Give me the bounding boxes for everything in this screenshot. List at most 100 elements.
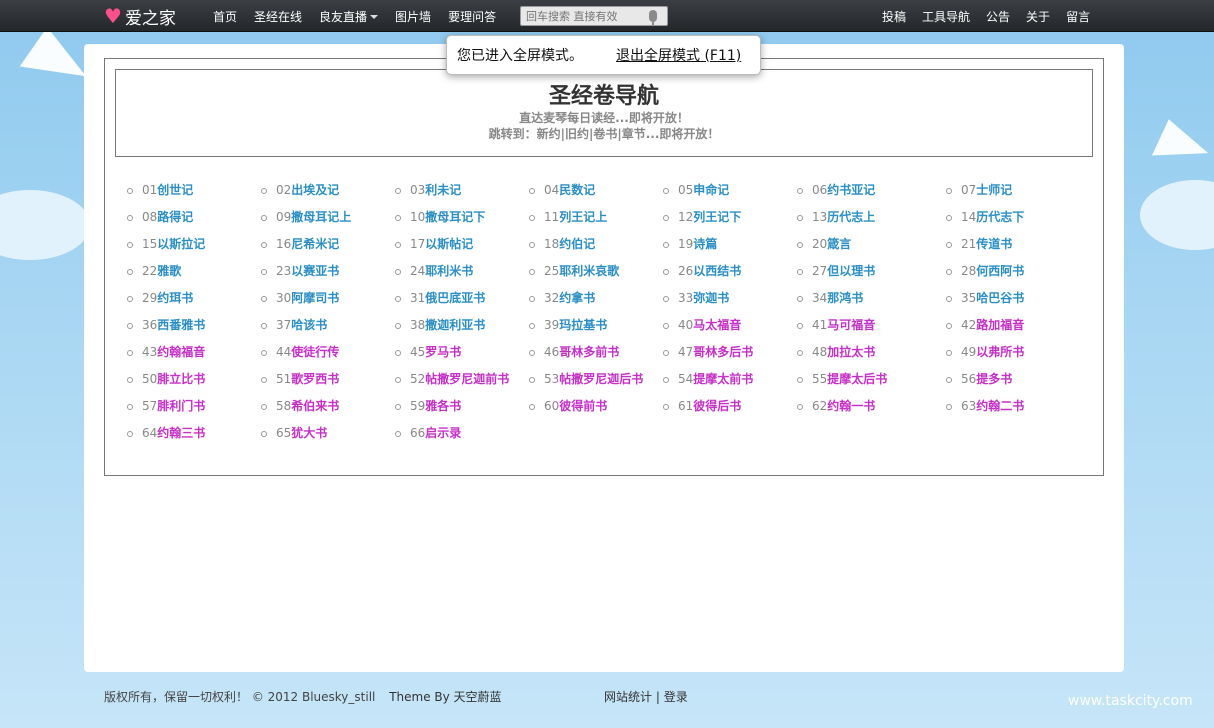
book-item[interactable]: 55提摩太后书	[797, 366, 946, 393]
site-logo[interactable]: ♥ 爱之家	[104, 3, 190, 29]
book-link[interactable]: 以赛亚书	[291, 264, 339, 278]
book-item[interactable]: 22雅歌	[127, 258, 261, 285]
book-item[interactable]: 32约拿书	[529, 285, 663, 312]
book-item[interactable]: 38撒迦利亚书	[395, 312, 529, 339]
book-item[interactable]: 52帖撒罗尼迦前书	[395, 366, 529, 393]
book-item[interactable]: 02出埃及记	[261, 177, 395, 204]
book-item[interactable]: 41马可福音	[797, 312, 946, 339]
book-link[interactable]: 约拿书	[559, 291, 595, 305]
book-link[interactable]: 撒母耳记上	[291, 210, 351, 224]
nav-bible-online[interactable]: 圣经在线	[254, 8, 302, 25]
book-item[interactable]: 29约珥书	[127, 285, 261, 312]
book-link[interactable]: 玛拉基书	[559, 318, 607, 332]
book-link[interactable]: 马可福音	[827, 318, 875, 332]
book-link[interactable]: 那鸿书	[827, 291, 863, 305]
book-link[interactable]: 彼得前书	[559, 399, 607, 413]
book-link[interactable]: 历代志下	[976, 210, 1024, 224]
book-item[interactable]: 57腓利门书	[127, 393, 261, 420]
book-link[interactable]: 罗马书	[425, 345, 461, 359]
book-item[interactable]: 48加拉太书	[797, 339, 946, 366]
book-item[interactable]: 14历代志下	[946, 204, 1036, 231]
book-link[interactable]: 启示录	[425, 426, 461, 440]
book-item[interactable]: 01创世记	[127, 177, 261, 204]
book-link[interactable]: 腓利门书	[157, 399, 205, 413]
book-link[interactable]: 约珥书	[157, 291, 193, 305]
book-link[interactable]: 加拉太书	[827, 345, 875, 359]
book-item[interactable]: 17以斯帖记	[395, 231, 529, 258]
book-link[interactable]: 西番雅书	[157, 318, 205, 332]
book-link[interactable]: 但以理书	[827, 264, 875, 278]
book-link[interactable]: 诗篇	[693, 237, 717, 251]
book-link[interactable]: 弥迦书	[693, 291, 729, 305]
book-item[interactable]: 66启示录	[395, 420, 529, 447]
book-item[interactable]: 06约书亚记	[797, 177, 946, 204]
book-link[interactable]: 耶利米哀歌	[559, 264, 619, 278]
book-link[interactable]: 以弗所书	[976, 345, 1024, 359]
book-item[interactable]: 61彼得后书	[663, 393, 797, 420]
exit-fullscreen-link[interactable]: 退出全屏模式 (F11)	[616, 45, 741, 65]
book-link[interactable]: 撒迦利亚书	[425, 318, 485, 332]
book-item[interactable]: 15以斯拉记	[127, 231, 261, 258]
book-link[interactable]: 路加福音	[976, 318, 1024, 332]
nav-home[interactable]: 首页	[213, 8, 237, 25]
book-item[interactable]: 31俄巴底亚书	[395, 285, 529, 312]
book-link[interactable]: 哈巴谷书	[976, 291, 1024, 305]
book-link[interactable]: 耶利米书	[425, 264, 473, 278]
book-link[interactable]: 以斯拉记	[157, 237, 205, 251]
book-link[interactable]: 雅歌	[157, 264, 181, 278]
book-link[interactable]: 雅各书	[425, 399, 461, 413]
book-link[interactable]: 以西结书	[693, 264, 741, 278]
book-item[interactable]: 65犹大书	[261, 420, 395, 447]
book-link[interactable]: 哈该书	[291, 318, 327, 332]
nav-tools[interactable]: 工具导航	[922, 8, 970, 25]
book-item[interactable]: 64约翰三书	[127, 420, 261, 447]
book-item[interactable]: 36西番雅书	[127, 312, 261, 339]
book-item[interactable]: 54提摩太前书	[663, 366, 797, 393]
book-item[interactable]: 23以赛亚书	[261, 258, 395, 285]
login-link[interactable]: 登录	[664, 690, 688, 704]
book-link[interactable]: 歌罗西书	[291, 372, 339, 386]
book-item[interactable]: 63约翰二书	[946, 393, 1036, 420]
book-item[interactable]: 07士师记	[946, 177, 1036, 204]
book-item[interactable]: 44使徒行传	[261, 339, 395, 366]
book-link[interactable]: 腓立比书	[157, 372, 205, 386]
book-item[interactable]: 40马太福音	[663, 312, 797, 339]
book-link[interactable]: 历代志上	[827, 210, 875, 224]
book-item[interactable]: 39玛拉基书	[529, 312, 663, 339]
book-link[interactable]: 犹大书	[291, 426, 327, 440]
book-item[interactable]: 03利未记	[395, 177, 529, 204]
book-link[interactable]: 利未记	[425, 183, 461, 197]
book-item[interactable]: 59雅各书	[395, 393, 529, 420]
book-item[interactable]: 47哥林多后书	[663, 339, 797, 366]
book-item[interactable]: 08路得记	[127, 204, 261, 231]
book-link[interactable]: 俄巴底亚书	[425, 291, 485, 305]
book-link[interactable]: 提摩太前书	[693, 372, 753, 386]
book-item[interactable]: 16尼希米记	[261, 231, 395, 258]
book-item[interactable]: 43约翰福音	[127, 339, 261, 366]
nav-catechism[interactable]: 要理问答	[448, 8, 496, 25]
book-item[interactable]: 45罗马书	[395, 339, 529, 366]
nav-liangyou-live[interactable]: 良友直播	[319, 8, 379, 25]
book-item[interactable]: 60彼得前书	[529, 393, 663, 420]
book-link[interactable]: 创世记	[157, 183, 193, 197]
book-item[interactable]: 33弥迦书	[663, 285, 797, 312]
nav-submit[interactable]: 投稿	[882, 8, 906, 25]
book-item[interactable]: 20箴言	[797, 231, 946, 258]
book-link[interactable]: 哥林多后书	[693, 345, 753, 359]
book-link[interactable]: 希伯来书	[291, 399, 339, 413]
book-item[interactable]: 56提多书	[946, 366, 1036, 393]
book-link[interactable]: 路得记	[157, 210, 193, 224]
book-item[interactable]: 51歌罗西书	[261, 366, 395, 393]
book-link[interactable]: 出埃及记	[291, 183, 339, 197]
book-link[interactable]: 约翰一书	[827, 399, 875, 413]
book-item[interactable]: 28何西阿书	[946, 258, 1036, 285]
book-link[interactable]: 申命记	[693, 183, 729, 197]
microphone-icon[interactable]	[649, 10, 657, 25]
book-item[interactable]: 58希伯来书	[261, 393, 395, 420]
book-item[interactable]: 26以西结书	[663, 258, 797, 285]
book-link[interactable]: 民数记	[559, 183, 595, 197]
book-item[interactable]: 53帖撒罗尼迦后书	[529, 366, 663, 393]
book-item[interactable]: 50腓立比书	[127, 366, 261, 393]
book-item[interactable]: 13历代志上	[797, 204, 946, 231]
search-input[interactable]	[521, 7, 645, 25]
